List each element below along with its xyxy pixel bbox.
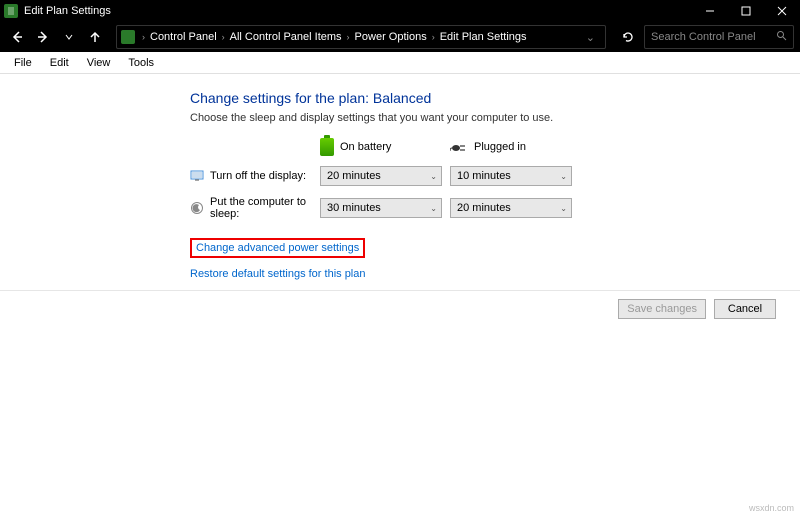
battery-column-header: On battery	[320, 138, 450, 156]
menu-tools[interactable]: Tools	[120, 55, 162, 71]
up-button[interactable]	[84, 26, 106, 48]
breadcrumb-item[interactable]: Control Panel	[148, 31, 219, 43]
highlight-box: Change advanced power settings	[190, 238, 365, 258]
menu-edit[interactable]: Edit	[42, 55, 77, 71]
chevron-down-icon: ⌄	[560, 204, 567, 213]
chevron-down-icon: ⌄	[430, 204, 437, 213]
minimize-button[interactable]	[692, 0, 728, 22]
back-button[interactable]	[6, 26, 28, 48]
content-area: Change settings for the plan: Balanced C…	[0, 74, 800, 280]
plugged-column-header: Plugged in	[450, 141, 580, 153]
forward-button[interactable]	[32, 26, 54, 48]
page-description: Choose the sleep and display settings th…	[190, 112, 776, 124]
setting-label: Turn off the display:	[190, 169, 320, 183]
menubar: File Edit View Tools	[0, 52, 800, 74]
setting-label: Put the computer to sleep:	[190, 196, 320, 220]
recent-dropdown-icon[interactable]	[58, 26, 80, 48]
advanced-settings-link[interactable]: Change advanced power settings	[196, 242, 359, 254]
breadcrumb-dropdown-icon[interactable]: ⌄	[580, 31, 601, 44]
plug-icon	[450, 142, 468, 152]
chevron-right-icon[interactable]: ›	[344, 32, 353, 42]
watermark: wsxdn.com	[749, 503, 794, 513]
display-battery-dropdown[interactable]: 20 minutes ⌄	[320, 166, 442, 186]
search-input[interactable]: Search Control Panel	[644, 25, 794, 49]
breadcrumb-item[interactable]: All Control Panel Items	[228, 31, 344, 43]
chevron-right-icon[interactable]: ›	[219, 32, 228, 42]
plugged-label: Plugged in	[474, 141, 526, 153]
menu-view[interactable]: View	[79, 55, 119, 71]
page-title: Change settings for the plan: Balanced	[190, 90, 776, 106]
titlebar: Edit Plan Settings	[0, 0, 800, 22]
links-section: Change advanced power settings Restore d…	[190, 238, 776, 280]
footer-buttons: Save changes Cancel	[0, 290, 800, 319]
chevron-down-icon: ⌄	[560, 172, 567, 181]
display-plugged-dropdown[interactable]: 10 minutes ⌄	[450, 166, 572, 186]
chevron-right-icon[interactable]: ›	[429, 32, 438, 42]
maximize-button[interactable]	[728, 0, 764, 22]
sleep-plugged-dropdown[interactable]: 20 minutes ⌄	[450, 198, 572, 218]
display-icon	[190, 169, 204, 183]
save-button[interactable]: Save changes	[618, 299, 706, 319]
window-title: Edit Plan Settings	[24, 5, 692, 17]
navbar: › Control Panel › All Control Panel Item…	[0, 22, 800, 52]
cancel-button[interactable]: Cancel	[714, 299, 776, 319]
close-button[interactable]	[764, 0, 800, 22]
breadcrumb-item[interactable]: Power Options	[353, 31, 429, 43]
setting-row-sleep: Put the computer to sleep: 30 minutes ⌄ …	[190, 196, 776, 220]
restore-defaults-link[interactable]: Restore default settings for this plan	[190, 268, 365, 280]
chevron-right-icon[interactable]: ›	[139, 32, 148, 42]
sleep-battery-dropdown[interactable]: 30 minutes ⌄	[320, 198, 442, 218]
chevron-down-icon: ⌄	[430, 172, 437, 181]
control-panel-icon	[121, 30, 135, 44]
window-controls	[692, 0, 800, 22]
breadcrumb-item[interactable]: Edit Plan Settings	[438, 31, 529, 43]
refresh-button[interactable]	[616, 30, 640, 44]
battery-icon	[320, 138, 334, 156]
breadcrumb[interactable]: › Control Panel › All Control Panel Item…	[116, 25, 606, 49]
search-icon	[776, 30, 787, 44]
setting-row-display: Turn off the display: 20 minutes ⌄ 10 mi…	[190, 166, 776, 186]
sleep-icon	[190, 201, 204, 215]
menu-file[interactable]: File	[6, 55, 40, 71]
search-placeholder: Search Control Panel	[651, 31, 776, 43]
app-icon	[4, 4, 18, 18]
battery-label: On battery	[340, 141, 391, 153]
column-headers: On battery Plugged in	[190, 138, 776, 156]
